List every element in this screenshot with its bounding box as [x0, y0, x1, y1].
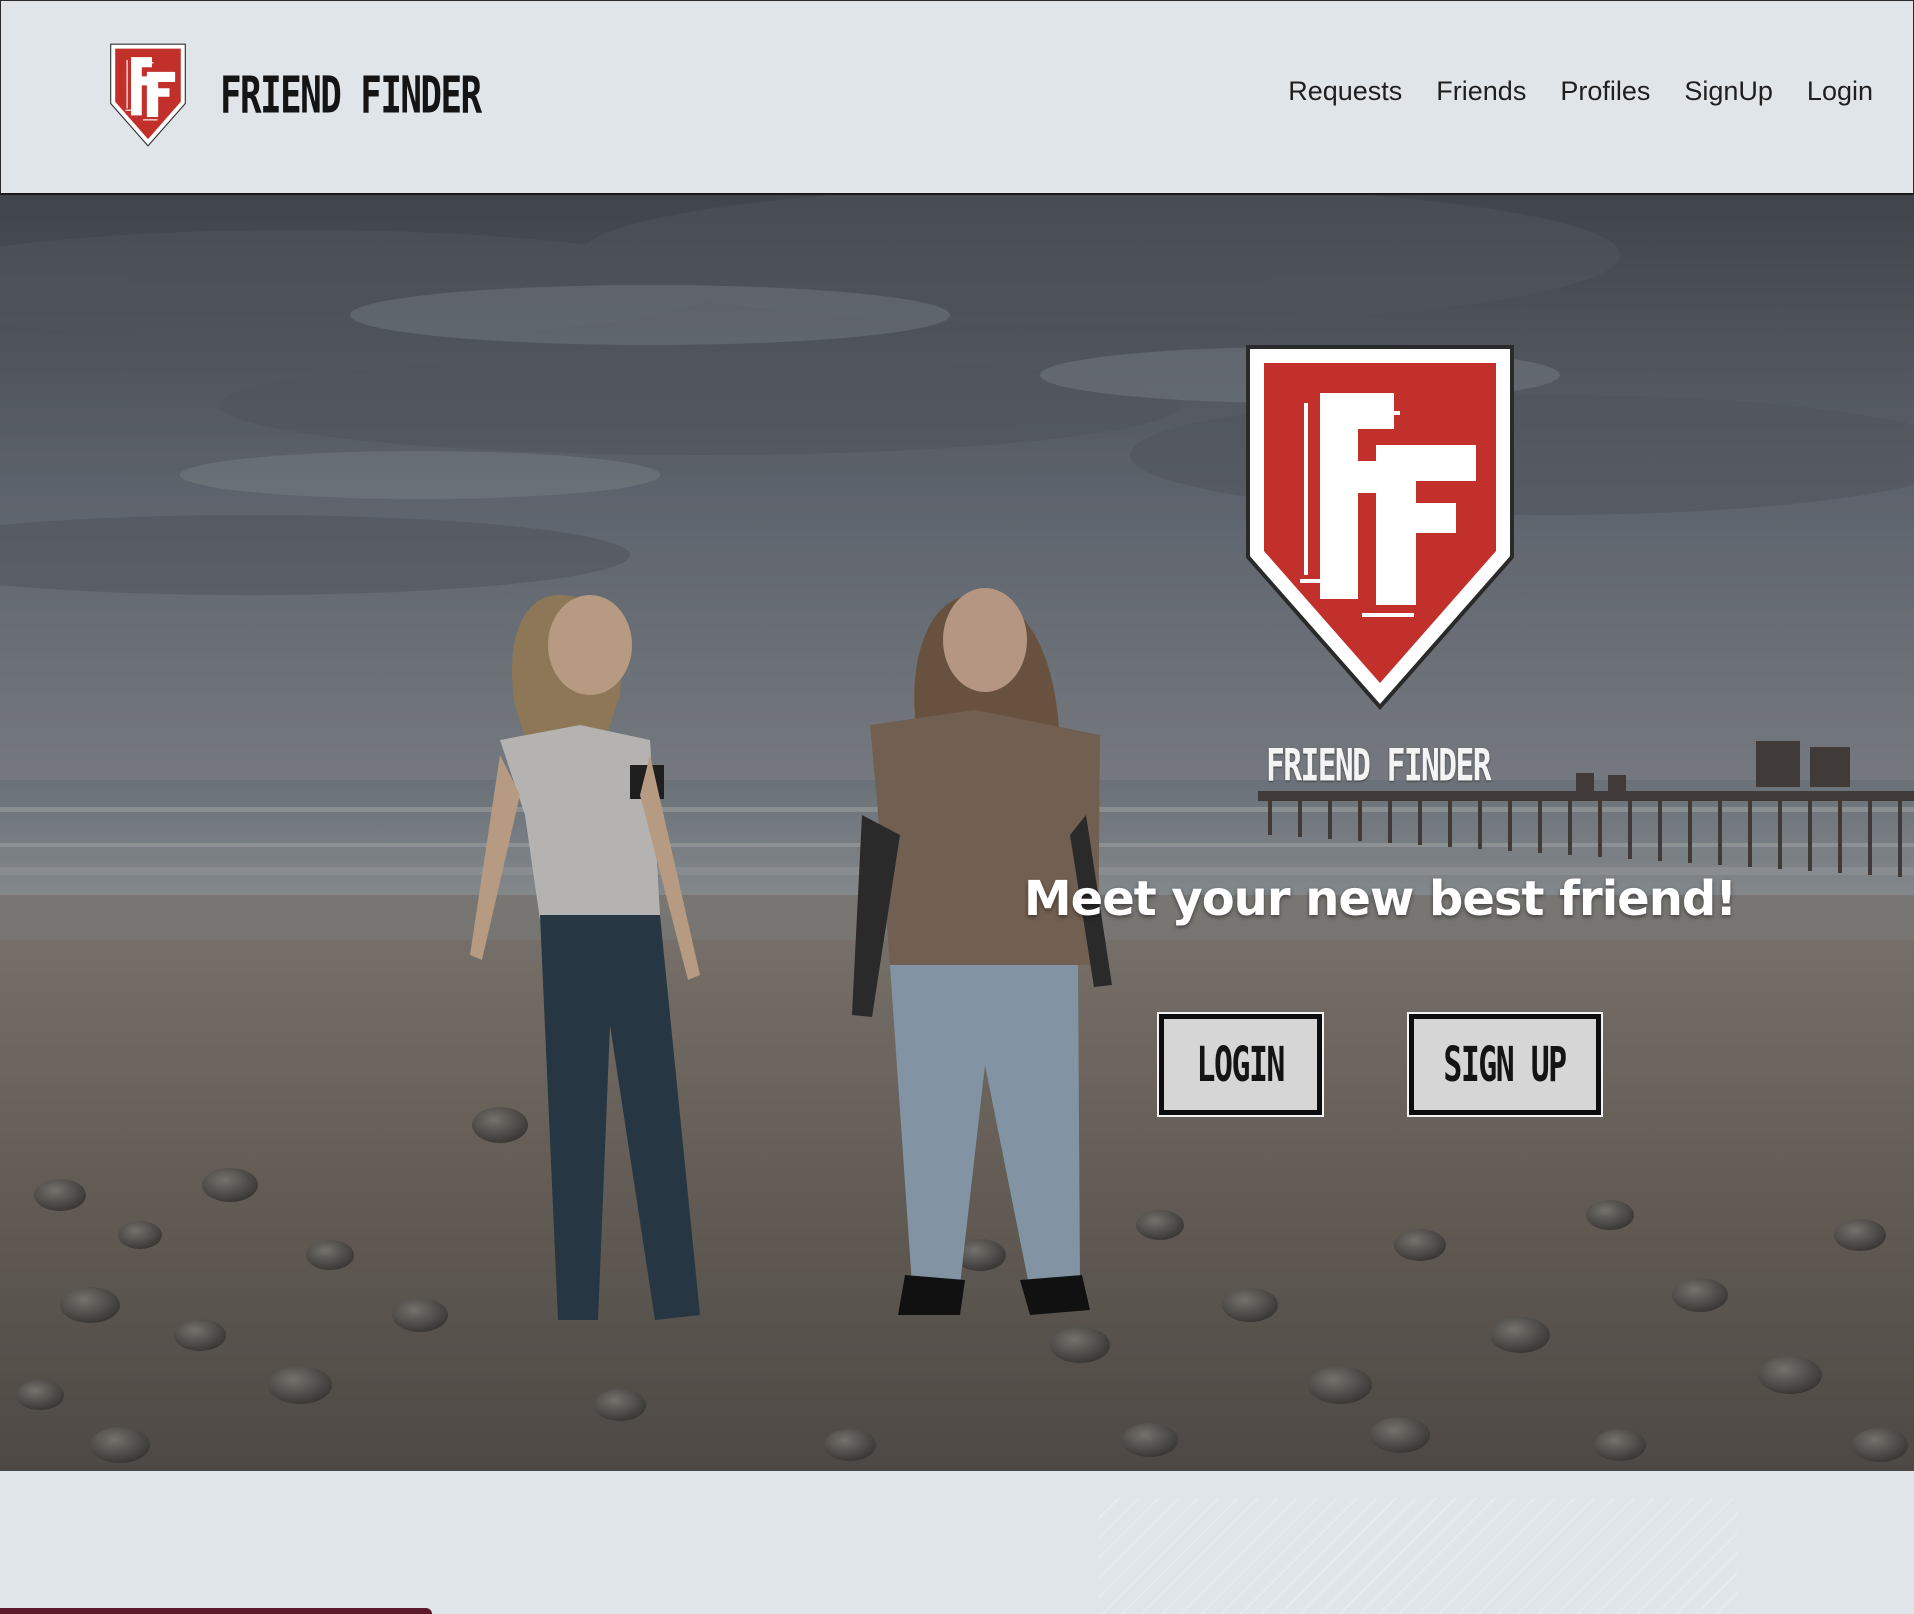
login-button-label: LOGIN	[1196, 1036, 1286, 1093]
ff-shield-logo-icon	[110, 43, 186, 147]
signup-button-label: SIGN UP	[1443, 1036, 1568, 1093]
decorative-pattern	[1098, 1498, 1738, 1614]
hero-section: FRIEND FINDER Meet your new best friend!…	[0, 195, 1914, 1471]
nav-login[interactable]: Login	[1807, 76, 1873, 107]
ff-shield-logo-icon	[1246, 345, 1514, 711]
nav-friends[interactable]: Friends	[1436, 76, 1526, 107]
hero-brand-name: FRIEND FINDER	[1266, 740, 1491, 792]
hero-overlay	[0, 195, 1914, 1471]
nav-signup[interactable]: SignUp	[1684, 76, 1773, 107]
main-nav: Requests Friends Profiles SignUp Login	[1288, 76, 1873, 107]
nav-requests[interactable]: Requests	[1288, 76, 1402, 107]
brand-name: FRIEND FINDER	[220, 65, 482, 125]
site-header: FRIEND FINDER Requests Friends Profiles …	[0, 0, 1914, 195]
login-button[interactable]: LOGIN	[1159, 1014, 1322, 1115]
footer-accent-bar	[0, 1608, 432, 1614]
signup-button[interactable]: SIGN UP	[1409, 1014, 1601, 1115]
nav-profiles[interactable]: Profiles	[1560, 76, 1650, 107]
hero-tagline: Meet your new best friend!	[1023, 871, 1737, 927]
brand[interactable]: FRIEND FINDER	[109, 43, 554, 147]
